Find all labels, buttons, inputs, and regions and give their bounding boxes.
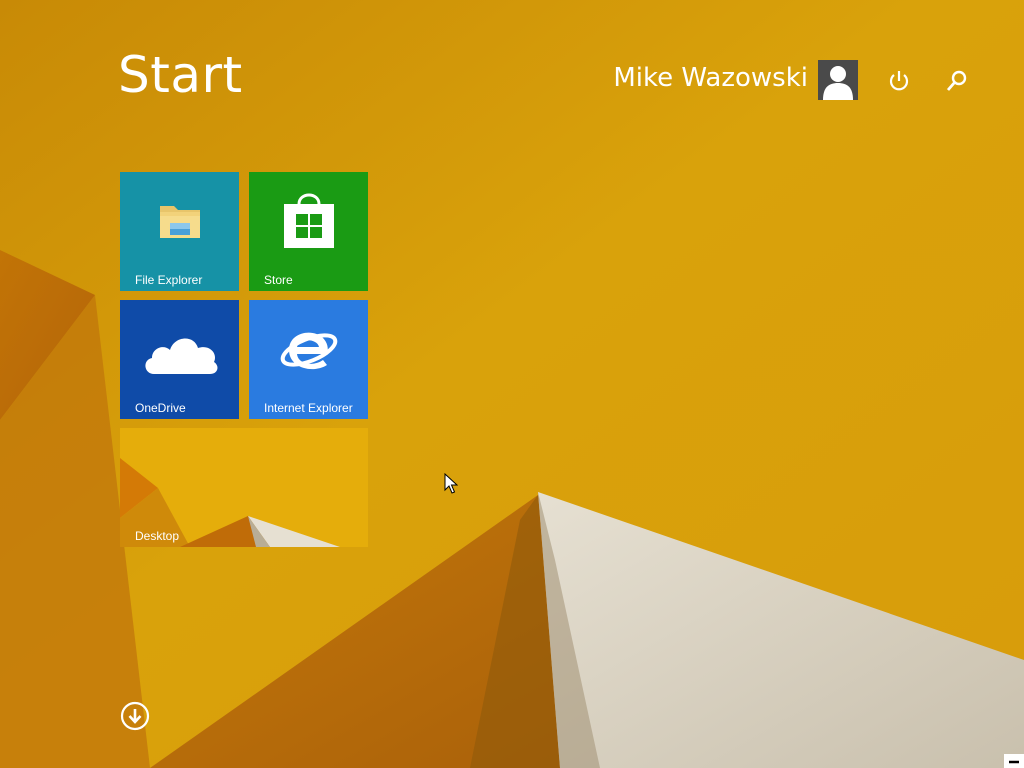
zoom-out-button[interactable] — [1004, 754, 1024, 768]
tile-internet-explorer[interactable]: Internet Explorer — [249, 300, 368, 419]
tile-label: Internet Explorer — [264, 401, 353, 415]
tile-file-explorer[interactable]: File Explorer — [120, 172, 239, 291]
start-title: Start — [118, 46, 243, 104]
power-icon[interactable] — [884, 66, 914, 96]
mouse-cursor-icon — [444, 473, 458, 494]
all-apps-arrow-down-circle-icon[interactable] — [120, 701, 150, 731]
search-icon[interactable] — [942, 66, 972, 96]
user-name[interactable]: Mike Wazowski — [613, 65, 808, 91]
tile-label: Store — [264, 273, 293, 287]
user-avatar-icon[interactable] — [818, 60, 858, 100]
tile-label: OneDrive — [135, 401, 186, 415]
cloud-icon — [145, 338, 218, 374]
store-bag-icon — [284, 193, 334, 248]
ie-icon — [280, 332, 338, 370]
tile-desktop[interactable]: Desktop — [120, 428, 368, 547]
tile-label: Desktop — [135, 529, 180, 543]
folder-icon — [160, 206, 200, 238]
tile-onedrive[interactable]: OneDrive — [120, 300, 239, 419]
tile-label: File Explorer — [135, 273, 203, 287]
tile-store[interactable]: Store — [249, 172, 368, 291]
